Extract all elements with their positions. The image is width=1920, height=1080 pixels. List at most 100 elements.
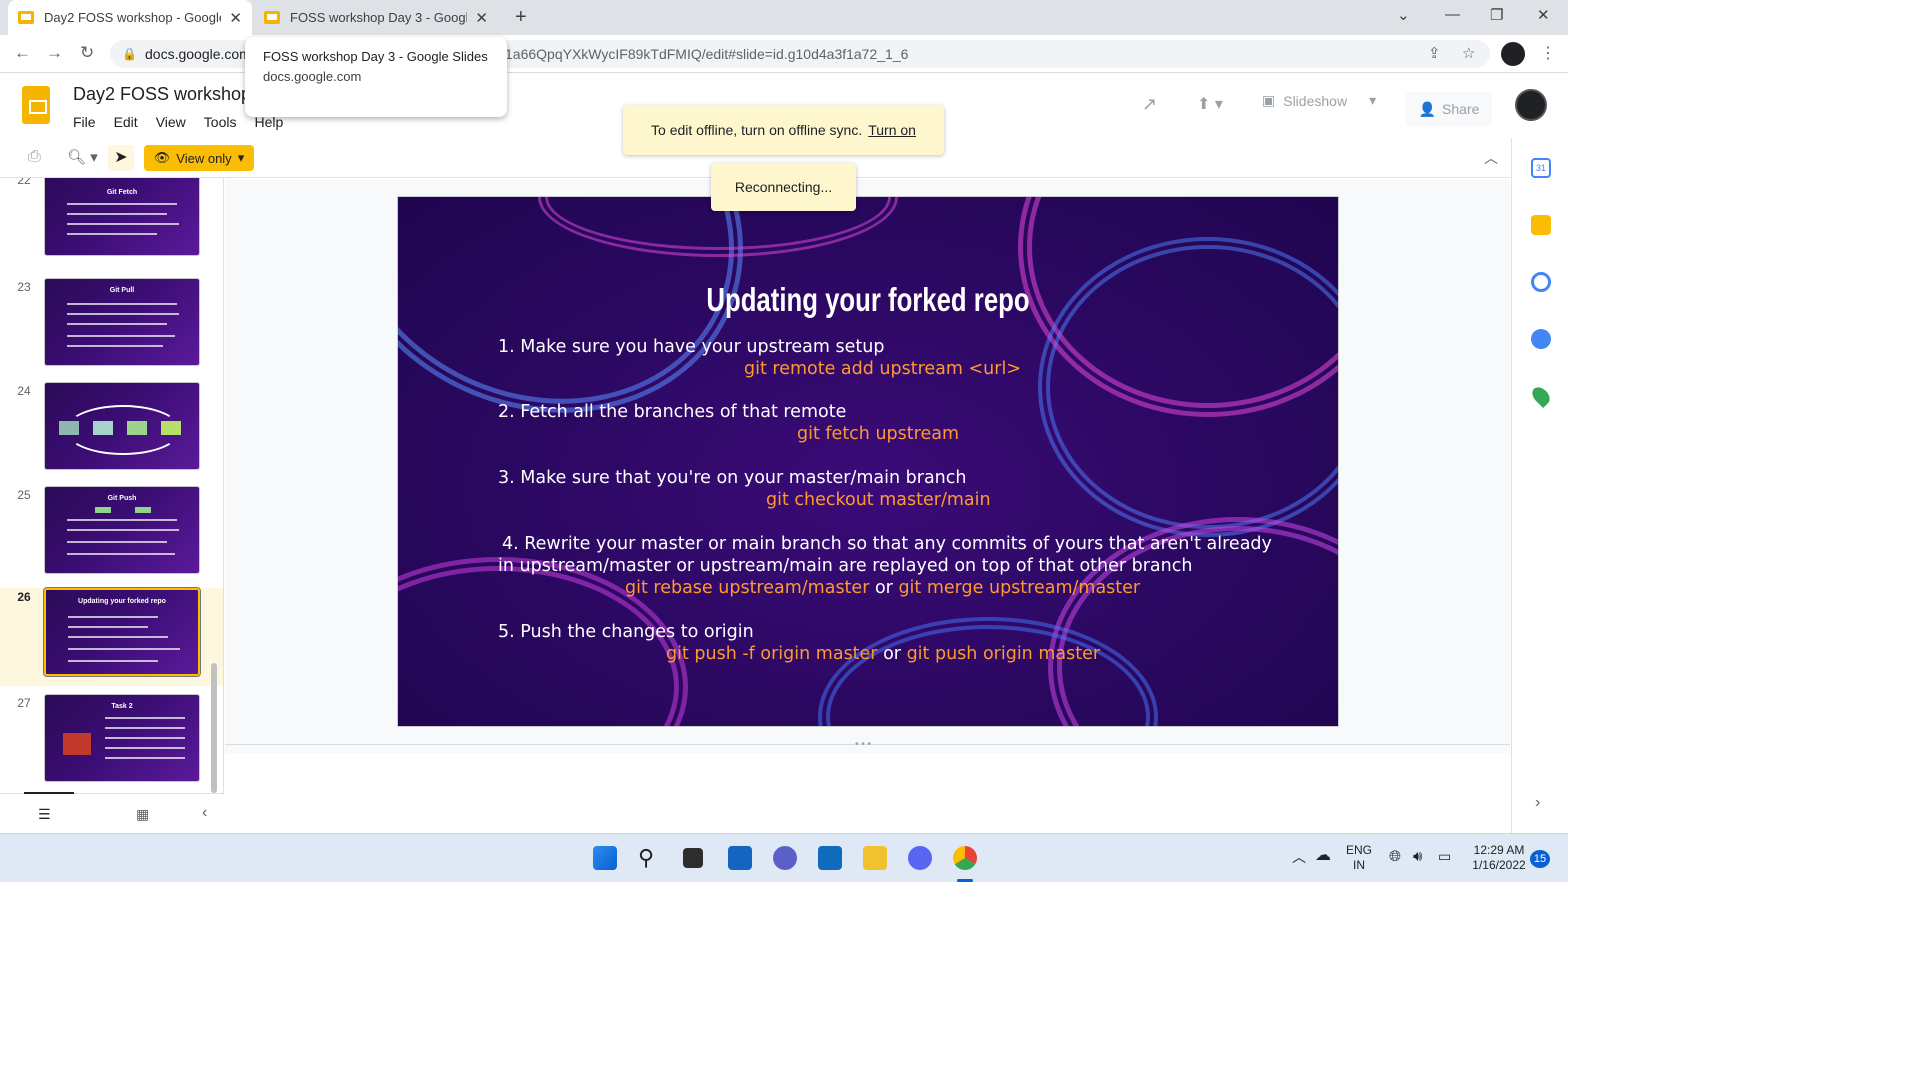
print-icon[interactable]: ⎙ bbox=[28, 148, 41, 166]
menu-tools[interactable]: Tools bbox=[204, 114, 237, 130]
view-only-button[interactable]: 👁 View only ▾ bbox=[144, 145, 254, 171]
lock-icon[interactable]: 🔒 bbox=[122, 40, 137, 68]
network-icon[interactable]: 🌐︎ bbox=[1389, 849, 1401, 864]
task-view-icon[interactable] bbox=[683, 848, 703, 868]
speaker-notes[interactable] bbox=[225, 753, 1510, 833]
address-row: ← → ↻ 🔒 docs.google.com 1a66QpqYXkWycIF8… bbox=[0, 35, 1568, 73]
slide-thumbnail[interactable]: Git Fetch bbox=[44, 178, 200, 256]
start-icon[interactable] bbox=[593, 846, 617, 870]
slide-thumbnail[interactable] bbox=[44, 382, 200, 470]
volume-icon[interactable]: 🔊︎ bbox=[1413, 849, 1422, 864]
collapse-filmstrip-icon[interactable]: ‹ bbox=[202, 804, 207, 822]
chrome-icon[interactable] bbox=[953, 846, 977, 870]
menu-view[interactable]: View bbox=[156, 114, 186, 130]
forward-icon[interactable]: → bbox=[46, 43, 63, 63]
share-button[interactable]: 👤 Share bbox=[1406, 92, 1492, 126]
back-icon[interactable]: ← bbox=[14, 43, 31, 63]
collapse-header-icon[interactable]: ︿ bbox=[1484, 148, 1498, 168]
slide-thumbnail[interactable]: Task 2 bbox=[44, 694, 200, 782]
calendar-icon[interactable]: 31 bbox=[1531, 158, 1551, 178]
discord-icon[interactable] bbox=[908, 846, 932, 870]
slide-number: 23 bbox=[17, 280, 31, 294]
grid-view-icon[interactable]: ▦ bbox=[136, 806, 149, 823]
search-icon[interactable]: ⚲ bbox=[638, 846, 662, 870]
command-3: git checkout master/main bbox=[766, 490, 991, 510]
tab-hover-tooltip: FOSS workshop Day 3 - Google Slides docs… bbox=[245, 37, 507, 117]
thumbnail-title: Updating your forked repo bbox=[78, 598, 166, 605]
list-view-icon[interactable]: ☰ bbox=[38, 806, 51, 823]
close-window-icon[interactable]: ✕ bbox=[1537, 6, 1550, 24]
share-page-icon[interactable]: ⇪ bbox=[1428, 40, 1441, 68]
slides-favicon-icon bbox=[264, 11, 280, 24]
lang-line-2: IN bbox=[1353, 858, 1365, 872]
notification-count-badge[interactable]: 15 bbox=[1530, 850, 1550, 868]
tab-search-icon[interactable]: ⌄ bbox=[1397, 6, 1410, 24]
slideshow-icon: ▣ bbox=[1262, 92, 1276, 108]
slideshow-button[interactable]: ▣ Slideshow ▾ bbox=[1262, 92, 1376, 109]
tasks-icon[interactable] bbox=[1531, 272, 1551, 292]
slide-thumb-row[interactable]: 25 Git Push bbox=[0, 486, 223, 590]
turn-on-link[interactable]: Turn on bbox=[868, 122, 916, 138]
keep-icon[interactable] bbox=[1531, 215, 1551, 235]
url-host: docs.google.com bbox=[145, 46, 251, 62]
thumbnail-title: Task 2 bbox=[111, 703, 133, 710]
menu-file[interactable]: File bbox=[73, 114, 96, 130]
store-icon[interactable] bbox=[818, 846, 842, 870]
select-pointer-icon[interactable]: ➤ bbox=[108, 145, 134, 171]
filmstrip-scrollbar[interactable] bbox=[211, 663, 217, 793]
slide-filmstrip: 22 Git Fetch 23 Git Pull 24 25 Git Push bbox=[0, 178, 224, 833]
reload-icon[interactable]: ↻ bbox=[80, 43, 94, 63]
restore-icon[interactable]: ❐ bbox=[1490, 6, 1503, 24]
chrome-menu-icon[interactable]: ⋮ bbox=[1540, 43, 1556, 63]
slides-logo-icon[interactable] bbox=[22, 86, 50, 124]
slide-thumb-row[interactable]: 23 Git Pull bbox=[0, 278, 223, 382]
zoom-icon[interactable]: 🔍︎ ▾ bbox=[67, 148, 98, 166]
minimize-icon[interactable]: — bbox=[1445, 6, 1460, 23]
clock[interactable]: 12:29 AM 1/16/2022 bbox=[1468, 843, 1530, 873]
new-tab-button[interactable]: + bbox=[505, 0, 537, 35]
menu-edit[interactable]: Edit bbox=[114, 114, 138, 130]
language-indicator[interactable]: ENG IN bbox=[1344, 843, 1374, 873]
account-avatar[interactable] bbox=[1515, 89, 1547, 121]
command-5a: git push -f origin master bbox=[666, 644, 878, 664]
onedrive-cloud-icon[interactable]: ☁ bbox=[1315, 848, 1331, 864]
current-slide[interactable]: Updating your forked repo 1. Make sure y… bbox=[398, 197, 1338, 726]
battery-icon[interactable]: ▭ bbox=[1438, 849, 1451, 864]
tab-bar: Day2 FOSS workshop - Google Slides ✕ FOS… bbox=[0, 0, 1568, 35]
close-tab-icon[interactable]: ✕ bbox=[229, 9, 242, 27]
widgets-icon[interactable] bbox=[728, 846, 752, 870]
share-label: Share bbox=[1442, 101, 1480, 117]
slide-thumb-row[interactable]: 24 bbox=[0, 382, 223, 486]
slide-thumbnail[interactable]: Git Pull bbox=[44, 278, 200, 366]
show-hidden-icons[interactable]: ︿ bbox=[1292, 850, 1306, 865]
drag-handle-icon[interactable]: • • • bbox=[855, 739, 871, 750]
chrome-profile-avatar[interactable] bbox=[1501, 42, 1525, 66]
tooltip-title: FOSS workshop Day 3 - Google Slides bbox=[263, 49, 488, 64]
slide-thumb-row-selected[interactable]: 26 Updating your forked repo bbox=[0, 587, 223, 686]
teams-chat-icon[interactable] bbox=[773, 846, 797, 870]
windows-taskbar: ⚲ ︿ ☁ ENG IN 🌐︎ 🔊︎ ▭ 12:29 AM 1/16/2022 … bbox=[0, 833, 1568, 882]
command-5b: git push origin master bbox=[906, 644, 1101, 664]
contacts-icon[interactable] bbox=[1531, 329, 1551, 349]
close-tab-icon[interactable]: ✕ bbox=[475, 9, 488, 27]
slide-thumbnail[interactable]: Updating your forked repo bbox=[43, 587, 201, 677]
document-title[interactable]: Day2 FOSS workshop bbox=[73, 84, 251, 105]
step-3: 3. Make sure that you're on your master/… bbox=[498, 468, 967, 488]
step-5: 5. Push the changes to origin bbox=[498, 622, 754, 642]
slideshow-dropdown-icon[interactable]: ▾ bbox=[1369, 92, 1376, 109]
maps-icon[interactable] bbox=[1528, 383, 1554, 409]
slide-thumbnail[interactable]: Git Push bbox=[44, 486, 200, 574]
tab-foss-day3[interactable]: FOSS workshop Day 3 - Google Slides ✕ bbox=[254, 0, 498, 35]
command-4: git rebase upstream/master or git merge … bbox=[625, 578, 1140, 598]
present-options-icon[interactable]: ⬆ ▾ bbox=[1197, 94, 1223, 114]
tab-day2-foss[interactable]: Day2 FOSS workshop - Google Slides ✕ bbox=[8, 0, 252, 35]
lang-line-1: ENG bbox=[1345, 843, 1372, 857]
chevron-down-icon: ▾ bbox=[237, 150, 245, 165]
slide-thumb-row[interactable]: 22 Git Fetch bbox=[0, 178, 223, 274]
expand-panel-icon[interactable]: › bbox=[1535, 794, 1540, 812]
slide-title: Updating your forked repo bbox=[706, 281, 1030, 318]
bookmark-star-icon[interactable]: ☆ bbox=[1462, 40, 1475, 68]
file-explorer-icon[interactable] bbox=[863, 846, 887, 870]
activity-trend-icon[interactable]: ↗ bbox=[1142, 94, 1157, 115]
slide-thumb-row[interactable]: 27 Task 2 bbox=[0, 694, 223, 798]
